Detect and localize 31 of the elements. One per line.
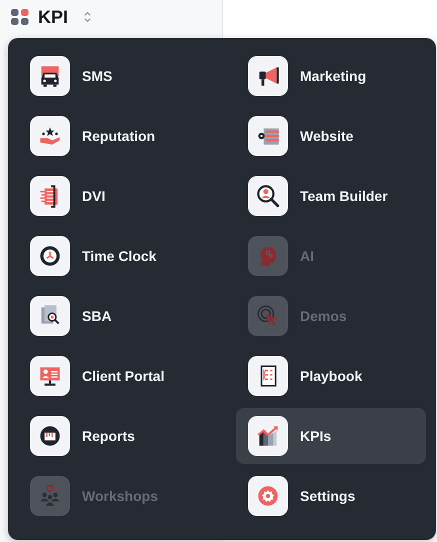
app-title: KPI [38,6,68,28]
truck-icon [30,56,70,96]
menu-item[interactable]: Client Portal [18,348,226,404]
menu-item[interactable]: Website [236,108,426,164]
menu-item[interactable]: KPIs [236,408,426,464]
menu-item[interactable]: SBA [18,288,226,344]
menu-item[interactable]: Reputation [18,108,226,164]
target-cursor-icon [248,296,288,336]
magnifier-person-icon [248,176,288,216]
menu-item[interactable]: Reports [18,408,226,464]
gear-icon [248,476,288,516]
group-gear-icon [30,476,70,516]
monitor-profile-icon [30,356,70,396]
menu-item[interactable]: SMS [18,48,226,104]
hand-with-stars-icon [30,116,70,156]
clock-icon [30,236,70,276]
menu-item[interactable]: Team Builder [236,168,426,224]
webpage-gear-icon [248,116,288,156]
checklist-icon [248,356,288,396]
document-icon [30,176,70,216]
menu-item[interactable]: Settings [236,468,426,524]
report-icon [30,416,70,456]
menu-item[interactable]: DVI [18,168,226,224]
menu-item[interactable]: Time Clock [18,228,226,284]
megaphone-icon [248,56,288,96]
menu-item[interactable]: Marketing [236,48,426,104]
menu-item[interactable]: Playbook [236,348,426,404]
head-gears-icon [248,236,288,276]
app-grid-icon [11,9,29,25]
chevron-up-down-icon[interactable] [83,10,92,24]
document-magnifier-icon [30,296,70,336]
